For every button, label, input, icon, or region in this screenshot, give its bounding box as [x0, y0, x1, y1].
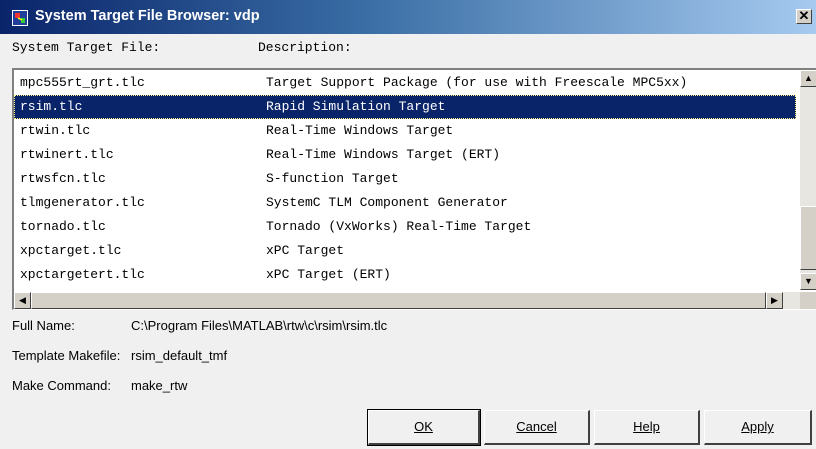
scroll-down-button[interactable]: ▼: [800, 273, 816, 290]
target-file-row[interactable]: xpctargetert.tlc xPC Target (ERT): [14, 263, 796, 287]
vertical-scrollbar[interactable]: ▲ ▼: [800, 70, 816, 290]
column-header-description: Description:: [258, 40, 352, 55]
target-file-name: xpctarget.tlc: [20, 243, 122, 258]
close-button[interactable]: ✕: [796, 9, 812, 24]
target-file-name: rtwin.tlc: [20, 123, 91, 138]
template-makefile-value: rsim_default_tmf: [131, 348, 228, 363]
scrollbar-corner: [800, 292, 816, 309]
target-file-row[interactable]: rsim.tlc Rapid Simulation Target: [14, 95, 796, 119]
simulink-app-icon: [12, 10, 28, 26]
scroll-left-arrow-icon: ◀: [19, 295, 26, 305]
target-file-description: xPC Target (ERT): [266, 267, 391, 282]
target-file-description: Rapid Simulation Target: [266, 99, 446, 114]
target-file-description: xPC Target: [266, 243, 345, 258]
scroll-right-button[interactable]: ▶: [766, 292, 783, 309]
scroll-up-button[interactable]: ▲: [800, 70, 816, 87]
target-file-name: rtwsfcn.tlc: [20, 171, 106, 186]
target-file-row[interactable]: tlmgenerator.tlc SystemC TLM Component Ge…: [14, 191, 796, 215]
target-file-description: Real-Time Windows Target (ERT): [266, 147, 501, 162]
full-name-value: C:\Program Files\MATLAB\rtw\c\rsim\rsim.…: [131, 318, 388, 333]
scroll-down-arrow-icon: ▼: [804, 276, 813, 286]
target-file-description: Target Support Package (for use with Fre…: [266, 75, 688, 90]
horizontal-scroll-thumb[interactable]: [31, 292, 766, 309]
target-file-row[interactable]: rtwinert.tlc Real-Time Windows Target (ER…: [14, 143, 796, 167]
horizontal-scrollbar[interactable]: ◀ ▶: [14, 292, 800, 309]
target-file-description: Tornado (VxWorks) Real-Time Target: [266, 219, 532, 234]
target-file-row[interactable]: xpctarget.tlc xPC Target: [14, 239, 796, 263]
template-makefile-label: Template Makefile:: [12, 348, 121, 363]
close-icon: ✕: [798, 8, 810, 23]
target-file-name: tlmgenerator.tlc: [20, 195, 145, 210]
target-file-description: SystemC TLM Component Generator: [266, 195, 508, 210]
make-command-value: make_rtw: [131, 378, 188, 393]
target-file-name: rtwinert.tlc: [20, 147, 114, 162]
target-file-name: mpc555rt_grt.tlc: [20, 75, 145, 90]
target-file-list[interactable]: mpc555rt_grt.tlc Target Support Package (…: [12, 68, 816, 310]
column-header-system-target-file: System Target File:: [12, 40, 161, 55]
title-bar[interactable]: System Target File Browser: vdp ✕: [0, 0, 816, 34]
target-file-row[interactable]: tornado.tlc Tornado (VxWorks) Real-Time T…: [14, 215, 796, 239]
target-file-row[interactable]: mpc555rt_grt.tlc Target Support Package (…: [14, 71, 796, 95]
target-file-rows: mpc555rt_grt.tlc Target Support Package (…: [14, 70, 796, 290]
scroll-right-arrow-icon: ▶: [771, 295, 778, 305]
target-file-row[interactable]: rtwin.tlc Real-Time Windows Target: [14, 119, 796, 143]
target-file-description: Real-Time Windows Target: [266, 123, 454, 138]
window-title: System Target File Browser: vdp: [35, 8, 260, 24]
ok-button[interactable]: OK: [367, 409, 481, 446]
help-button[interactable]: Help: [594, 410, 700, 445]
apply-button[interactable]: Apply: [704, 410, 812, 445]
target-file-description: S-function Target: [266, 171, 399, 186]
system-target-file-browser-dialog: System Target File Browser: vdp ✕ System…: [0, 0, 816, 449]
full-name-label: Full Name:: [12, 318, 75, 333]
vertical-scroll-thumb[interactable]: [800, 206, 816, 270]
scroll-up-arrow-icon: ▲: [804, 73, 813, 83]
cancel-button[interactable]: Cancel: [484, 410, 590, 445]
target-file-name: tornado.tlc: [20, 219, 106, 234]
target-file-name: xpctargetert.tlc: [20, 267, 145, 282]
scroll-left-button[interactable]: ◀: [14, 292, 31, 309]
target-file-name: rsim.tlc: [20, 99, 83, 114]
target-file-row[interactable]: rtwsfcn.tlc S-function Target: [14, 167, 796, 191]
make-command-label: Make Command:: [12, 378, 111, 393]
